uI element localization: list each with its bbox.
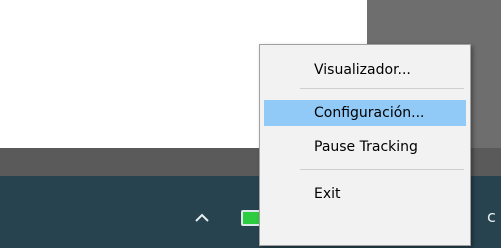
menu-separator bbox=[300, 169, 464, 170]
menu-separator bbox=[300, 88, 464, 89]
clock-text[interactable]: c bbox=[487, 207, 496, 226]
show-hidden-icons-caret-icon[interactable] bbox=[195, 211, 209, 225]
menu-item-exit[interactable]: Exit bbox=[264, 181, 466, 207]
menu-item-label: Exit bbox=[314, 186, 341, 202]
menu-item-pause-tracking[interactable]: Pause Tracking bbox=[264, 134, 466, 160]
menu-item-configuracion[interactable]: Configuración... bbox=[264, 100, 466, 126]
tray-context-menu: Visualizador... Configuración... Pause T… bbox=[259, 44, 471, 246]
menu-item-visualizador[interactable]: Visualizador... bbox=[264, 57, 466, 83]
menu-item-label: Pause Tracking bbox=[314, 139, 418, 155]
menu-item-label: Configuración... bbox=[314, 105, 425, 121]
menu-item-label: Visualizador... bbox=[314, 62, 411, 78]
